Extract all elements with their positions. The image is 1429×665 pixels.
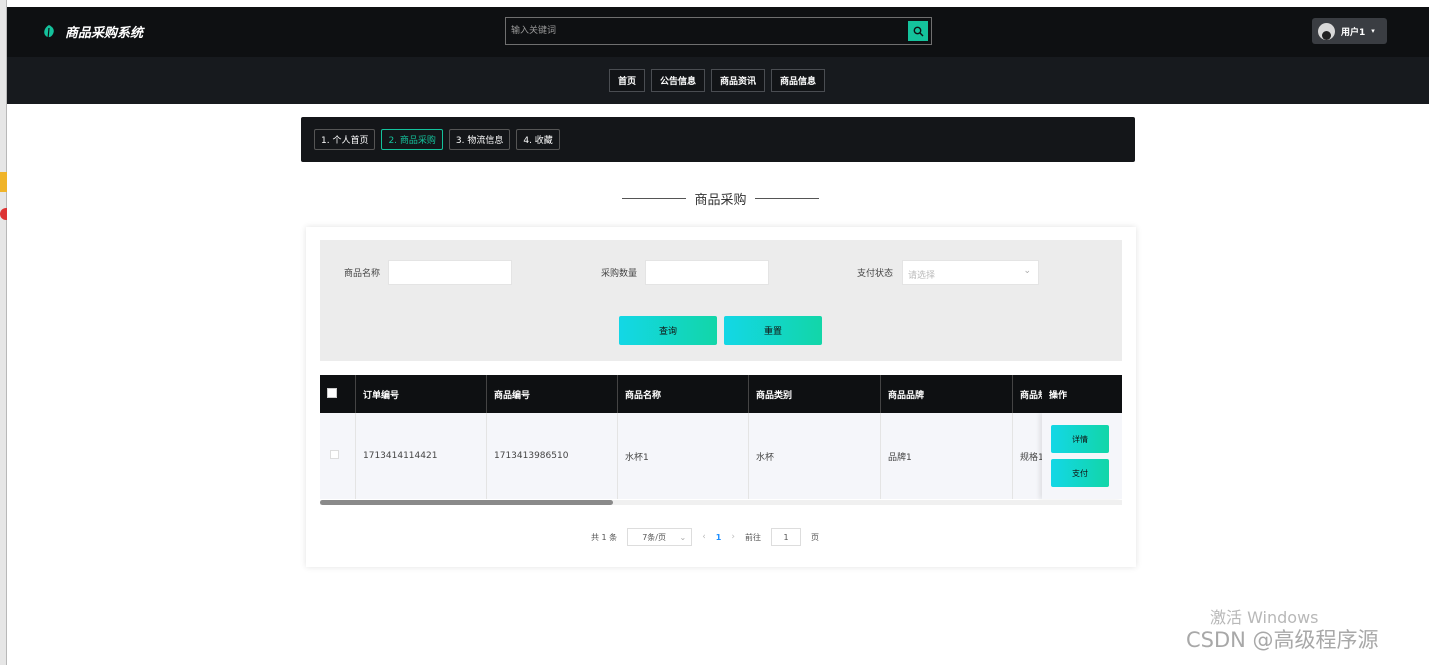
ops-column: 操作 详情 支付 — [1042, 375, 1122, 499]
product-name-input[interactable] — [388, 260, 512, 285]
reset-button[interactable]: 重置 — [724, 316, 822, 345]
goto-suffix: 页 — [810, 532, 819, 542]
leaf-logo-icon — [44, 24, 54, 39]
next-page-button[interactable]: › — [731, 532, 735, 542]
cell-brand: 品牌1 — [881, 413, 1013, 499]
top-header: 商品采购系统 用户1 ▾ — [7, 7, 1429, 57]
divider — [754, 197, 819, 199]
avatar — [1318, 22, 1335, 40]
header-brand: 商品品牌 — [881, 375, 1013, 413]
brand[interactable]: 商品采购系统 — [41, 22, 143, 41]
cell-order-id: 1713414114421 — [356, 413, 487, 499]
chevron-down-icon: ⌄ — [1023, 266, 1031, 276]
nav-item-home[interactable]: 首页 — [609, 69, 646, 92]
cell-category: 水杯 — [749, 413, 881, 499]
nav-item-products[interactable]: 商品信息 — [771, 69, 826, 92]
total-count: 共 1 条 — [591, 532, 618, 542]
tab-favorites[interactable]: 4. 收藏 — [516, 129, 560, 150]
tab-logistics[interactable]: 3. 物流信息 — [448, 129, 511, 150]
left-strip-app-icon — [0, 208, 7, 220]
left-window-strip — [0, 0, 7, 665]
search-icon — [913, 26, 923, 36]
nav-item-news[interactable]: 商品资讯 — [711, 69, 766, 92]
csdn-watermark: CSDN @高级程序源 — [1186, 628, 1379, 652]
table-row: 1713414114421 1713413986510 水杯1 水杯 品牌1 规… — [320, 413, 1122, 499]
pagination: 共 1 条 7条/页 ⌄ ‹ 1 › 前往 1 页 — [591, 528, 819, 546]
ops-cell: 详情 支付 — [1042, 413, 1122, 499]
chevron-down-icon: ▾ — [1371, 27, 1375, 35]
header-category: 商品类别 — [749, 375, 881, 413]
nav-item-announcements[interactable]: 公告信息 — [651, 69, 706, 92]
query-button[interactable]: 查询 — [619, 316, 717, 345]
row-checkbox[interactable] — [330, 450, 339, 459]
main-nav: 首页 公告信息 商品资讯 商品信息 — [7, 57, 1429, 104]
quantity-input[interactable] — [645, 260, 769, 285]
purchase-panel: 商品名称 采购数量 支付状态 请选择 ⌄ 查询 重置 订单编号 商品编号 商品名… — [306, 227, 1136, 567]
pay-status-label: 支付状态 — [857, 269, 894, 279]
select-all-cell — [320, 375, 356, 413]
quantity-label: 采购数量 — [601, 269, 638, 279]
select-all-checkbox[interactable] — [327, 388, 337, 398]
header-ops: 操作 — [1042, 375, 1122, 413]
top-border — [7, 0, 1429, 7]
horizontal-scrollbar[interactable] — [320, 500, 1122, 505]
pay-status-placeholder: 请选择 — [908, 271, 936, 281]
scrollbar-thumb[interactable] — [320, 500, 613, 505]
section-heading: 商品采购 — [622, 188, 819, 208]
page-size-value: 7条/页 — [642, 532, 666, 542]
header-product-id: 商品编号 — [487, 375, 618, 413]
divider — [622, 197, 686, 199]
pay-status-select[interactable]: 请选择 ⌄ — [902, 260, 1039, 285]
tab-product-purchase[interactable]: 2. 商品采购 — [381, 129, 443, 150]
left-strip-folder-icon — [0, 172, 7, 192]
page-number-current[interactable]: 1 — [716, 533, 722, 542]
profile-tabs-bar: 1. 个人首页 2. 商品采购 3. 物流信息 4. 收藏 — [301, 117, 1135, 162]
prev-page-button[interactable]: ‹ — [702, 532, 706, 542]
header-order-id: 订单编号 — [356, 375, 487, 413]
page-title: 商品采购 — [694, 192, 747, 208]
left-strip-glyph — [0, 140, 7, 152]
cell-product-id: 1713413986510 — [487, 413, 618, 499]
app-title: 商品采购系统 — [65, 26, 144, 41]
product-name-label: 商品名称 — [344, 269, 381, 279]
user-name: 用户1 — [1341, 27, 1366, 38]
pay-button[interactable]: 支付 — [1051, 459, 1109, 487]
cell-product-name: 水杯1 — [618, 413, 749, 499]
header-product-name: 商品名称 — [618, 375, 749, 413]
search-input[interactable] — [511, 22, 901, 40]
table-header: 订单编号 商品编号 商品名称 商品类别 商品品牌 商品规 — [320, 375, 1122, 413]
user-menu[interactable]: 用户1 ▾ — [1312, 18, 1387, 44]
row-select-cell — [320, 413, 356, 499]
tab-profile-home[interactable]: 1. 个人首页 — [314, 129, 376, 150]
page-size-select[interactable]: 7条/页 ⌄ — [627, 528, 693, 546]
chevron-down-icon: ⌄ — [679, 532, 687, 542]
search-button[interactable] — [908, 21, 928, 41]
orders-table: 订单编号 商品编号 商品名称 商品类别 商品品牌 商品规 17134141144… — [320, 375, 1122, 505]
detail-button[interactable]: 详情 — [1051, 425, 1109, 453]
goto-label: 前往 — [744, 532, 761, 542]
filter-form: 商品名称 采购数量 支付状态 请选择 ⌄ 查询 重置 — [320, 240, 1122, 361]
goto-page-input[interactable]: 1 — [770, 528, 801, 546]
search-box — [505, 17, 932, 45]
